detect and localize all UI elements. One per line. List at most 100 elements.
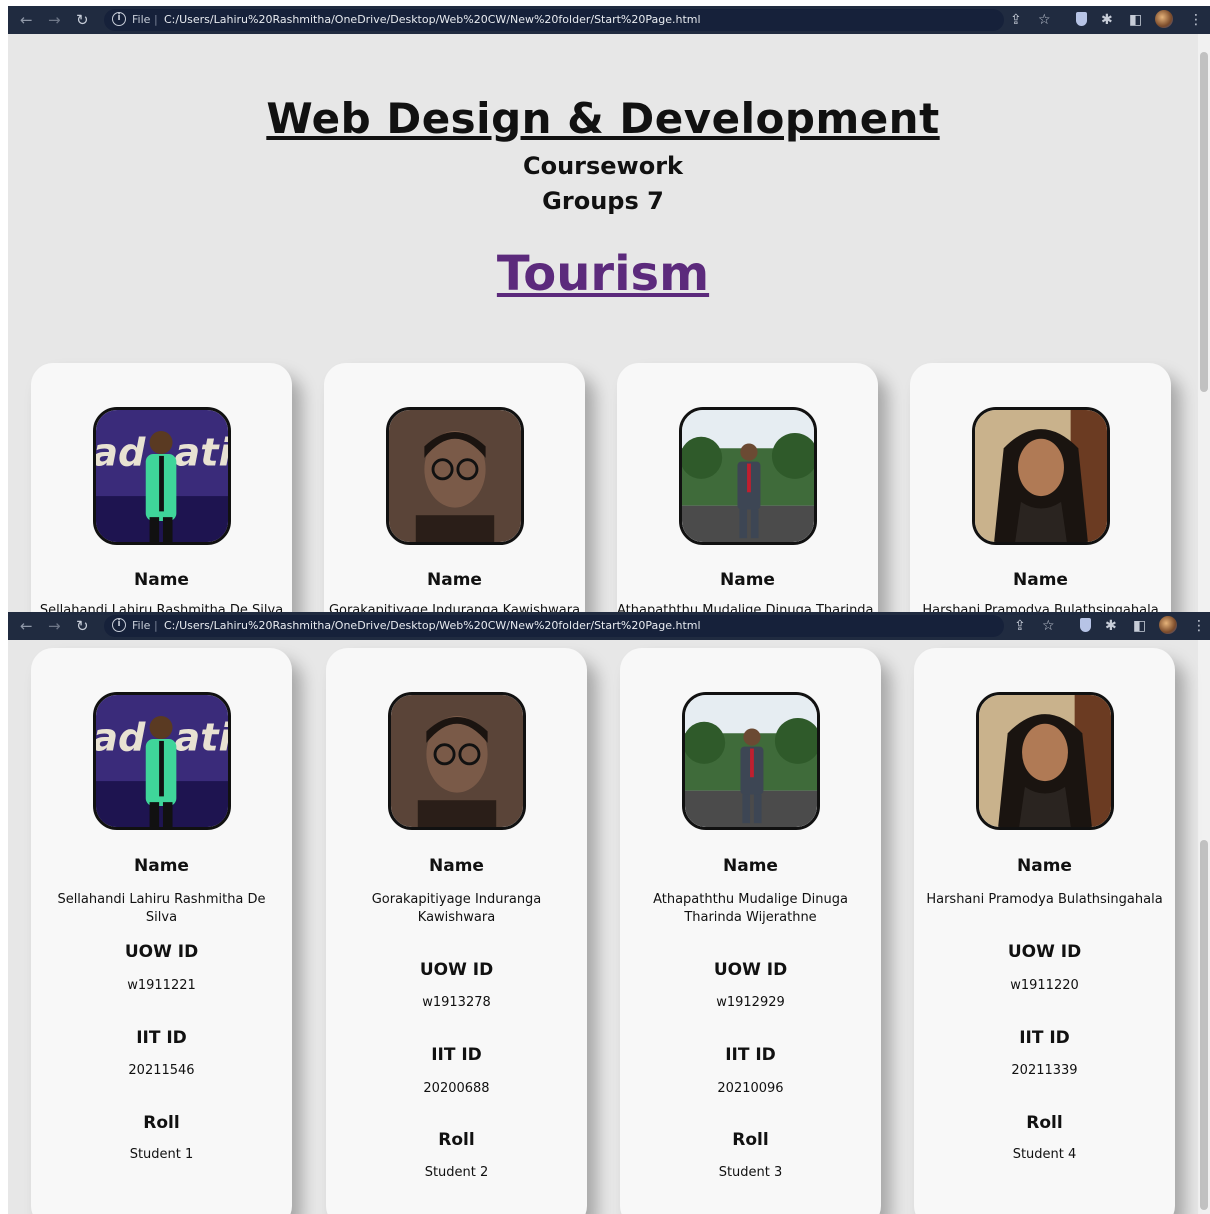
member-name: Athapaththu Mudalige Dinuga Tharinda Wij…	[653, 892, 848, 925]
uow-id-value: w1913278	[422, 995, 491, 1010]
browser-toolbar: ← → ↻ i File | C:/Users/Lahiru%20Rashmit…	[8, 612, 1210, 640]
name-label: Name	[134, 856, 189, 876]
url-text[interactable]: C:/Users/Lahiru%20Rashmitha/OneDrive/Des…	[164, 13, 701, 26]
member-card: Name Athapaththu Mudalige Dinuga Tharind…	[617, 363, 878, 612]
member-name: Sellahandi Lahiru Rashmitha De Silva	[57, 892, 266, 925]
reload-icon[interactable]: ↻	[76, 616, 89, 636]
member-card: Name Athapaththu Mudalige Dinuga Tharind…	[620, 648, 881, 1214]
profile-avatar-icon[interactable]	[1155, 10, 1173, 28]
name-label: Name	[723, 856, 778, 876]
roll-label: Roll	[732, 1130, 769, 1150]
page-subtitle-coursework: Coursework	[522, 152, 684, 180]
name-label: Name	[429, 856, 484, 876]
menu-kebab-icon[interactable]: ⋮	[1192, 617, 1206, 635]
shield-extension-icon[interactable]	[1080, 618, 1091, 632]
member-name: Gorakapitiyage Induranga Kawishwara	[328, 603, 581, 612]
member-photo	[679, 407, 817, 545]
screenshot-bottom: ← → ↻ i File | C:/Users/Lahiru%20Rashmit…	[8, 612, 1210, 1214]
separator: |	[154, 619, 158, 632]
svg-text:ad: ad	[96, 715, 146, 760]
browser-toolbar: ← → ↻ i File | C:/Users/Lahiru%20Rashmit…	[8, 6, 1210, 34]
member-card: ad ati Name Sellahandi Lahiru Rashmitha …	[31, 363, 292, 612]
url-text[interactable]: C:/Users/Lahiru%20Rashmitha/OneDrive/Des…	[164, 619, 701, 632]
info-icon[interactable]: i	[112, 618, 126, 632]
member-name: Gorakapitiyage Induranga Kawishwara	[371, 892, 542, 925]
outdoor-suit-portrait-icon	[685, 695, 817, 827]
member-photo	[386, 407, 524, 545]
member-name: Athapaththu Mudalige Dinuga Tharinda Wij…	[617, 603, 878, 612]
member-photo: ad ati	[93, 692, 231, 830]
name-label: Name	[720, 570, 775, 590]
file-label: File	[132, 619, 151, 632]
bookmark-star-icon[interactable]: ☆	[1042, 617, 1055, 635]
uow-id-value: w1912929	[716, 995, 785, 1010]
page-subtitle-group: Groups 7	[542, 187, 664, 215]
uow-id-label: UOW ID	[419, 960, 494, 980]
scrollbar-thumb[interactable]	[1200, 840, 1208, 1210]
scrollbar-thumb[interactable]	[1200, 52, 1208, 392]
extensions-puzzle-icon[interactable]: ✱	[1101, 11, 1113, 29]
iit-id-label: IIT ID	[1019, 1028, 1070, 1048]
address-bar[interactable]: i File | C:/Users/Lahiru%20Rashmitha/One…	[104, 615, 1004, 637]
roll-value: Student 2	[424, 1165, 489, 1180]
page-title: Web Design & Development	[266, 94, 940, 143]
roll-value: Student 1	[129, 1147, 194, 1162]
iit-id-value: 20211546	[128, 1063, 195, 1078]
member-photo	[682, 692, 820, 830]
graduation-stage-portrait-icon: ad ati	[96, 410, 228, 542]
iit-id-value: 20210096	[717, 1081, 784, 1096]
shield-extension-icon[interactable]	[1076, 12, 1087, 26]
outdoor-suit-portrait-icon	[682, 410, 814, 542]
member-photo	[976, 692, 1114, 830]
member-name: Harshani Pramodya Bulathsingahala	[926, 892, 1163, 907]
name-label: Name	[1017, 856, 1072, 876]
share-icon[interactable]: ⇪	[1010, 11, 1022, 29]
side-panel-icon[interactable]: ◧	[1129, 11, 1142, 29]
iit-id-value: 20211339	[1011, 1063, 1078, 1078]
side-panel-icon[interactable]: ◧	[1133, 617, 1146, 635]
topic-link[interactable]: Tourism	[8, 246, 1198, 302]
forward-icon[interactable]: →	[48, 616, 61, 636]
graduation-stage-portrait-icon: ad ati	[96, 695, 228, 827]
member-photo: ad ati	[93, 407, 231, 545]
member-card: ad ati Name Sellahandi Lahiru Rashmitha …	[31, 648, 292, 1214]
share-icon[interactable]: ⇪	[1014, 617, 1026, 635]
address-bar[interactable]: i File | C:/Users/Lahiru%20Rashmitha/One…	[104, 9, 1004, 31]
bookmark-star-icon[interactable]: ☆	[1038, 11, 1051, 29]
iit-id-value: 20200688	[423, 1081, 490, 1096]
profile-avatar-icon[interactable]	[1159, 616, 1177, 634]
uow-id-label: UOW ID	[713, 960, 788, 980]
member-photo	[972, 407, 1110, 545]
roll-label: Roll	[438, 1130, 475, 1150]
back-icon[interactable]: ←	[20, 10, 33, 30]
roll-label: Roll	[143, 1113, 180, 1133]
uow-id-value: w1911221	[127, 978, 196, 993]
screenshot-top: ← → ↻ i File | C:/Users/Lahiru%20Rashmit…	[8, 6, 1210, 612]
uow-id-label: UOW ID	[1007, 942, 1082, 962]
name-label: Name	[1013, 570, 1068, 590]
member-photo	[388, 692, 526, 830]
info-icon[interactable]: i	[112, 12, 126, 26]
file-label: File	[132, 13, 151, 26]
page-scrollbar[interactable]	[1198, 640, 1210, 1214]
member-name: Sellahandi Lahiru Rashmitha De Silva	[39, 603, 284, 612]
uow-id-value: w1911220	[1010, 978, 1079, 993]
iit-id-label: IIT ID	[431, 1045, 482, 1065]
svg-text:ati: ati	[174, 715, 228, 760]
member-card: Name Gorakapitiyage Induranga Kawishwara	[324, 363, 585, 612]
name-label: Name	[427, 570, 482, 590]
svg-text:ad: ad	[96, 430, 146, 475]
page-scrollbar[interactable]	[1198, 34, 1210, 612]
menu-kebab-icon[interactable]: ⋮	[1189, 11, 1203, 29]
selfie-portrait-icon	[389, 410, 521, 542]
member-name: Harshani Pramodya Bulathsingahala	[922, 603, 1159, 612]
reload-icon[interactable]: ↻	[76, 10, 89, 30]
roll-value: Student 4	[1012, 1147, 1077, 1162]
iit-id-label: IIT ID	[136, 1028, 187, 1048]
back-icon[interactable]: ←	[20, 616, 33, 636]
extensions-puzzle-icon[interactable]: ✱	[1105, 617, 1117, 635]
outdoor-portrait-icon	[979, 695, 1111, 827]
forward-icon[interactable]: →	[48, 10, 61, 30]
svg-text:ati: ati	[174, 430, 228, 475]
roll-label: Roll	[1026, 1113, 1063, 1133]
